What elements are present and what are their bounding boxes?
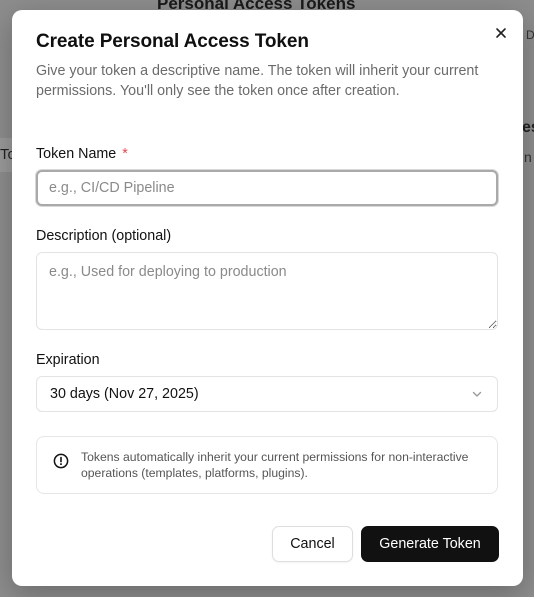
token-name-label-text: Token Name	[36, 146, 117, 162]
token-name-label: Token Name *	[36, 146, 128, 162]
cancel-button[interactable]: Cancel	[272, 526, 353, 562]
background-right-top-text: D	[526, 28, 534, 42]
dialog-subtitle: Give your token a descriptive name. The …	[36, 63, 479, 99]
token-name-input[interactable]	[36, 170, 498, 206]
generate-token-button[interactable]: Generate Token	[361, 526, 499, 562]
description-textarea[interactable]	[36, 252, 498, 330]
background-right-text: n	[524, 149, 532, 165]
required-mark: *	[122, 146, 128, 162]
close-button[interactable]	[493, 25, 509, 41]
close-icon	[496, 28, 506, 38]
description-label: Description (optional)	[36, 228, 172, 244]
background-right-heading: es	[522, 119, 534, 136]
info-text: Tokens automatically inherit your curren…	[81, 450, 469, 480]
create-token-dialog: Create Personal Access Token Give your t…	[12, 10, 523, 586]
expiration-selected-value: 30 days (Nov 27, 2025)	[50, 386, 199, 402]
info-circle-icon	[53, 453, 69, 469]
expiration-select[interactable]: 30 days (Nov 27, 2025)	[36, 376, 498, 412]
expiration-label: Expiration	[36, 352, 100, 368]
dialog-title: Create Personal Access Token	[36, 31, 309, 52]
chevron-down-icon	[472, 391, 482, 397]
permissions-info-box: Tokens automatically inherit your curren…	[36, 436, 498, 494]
